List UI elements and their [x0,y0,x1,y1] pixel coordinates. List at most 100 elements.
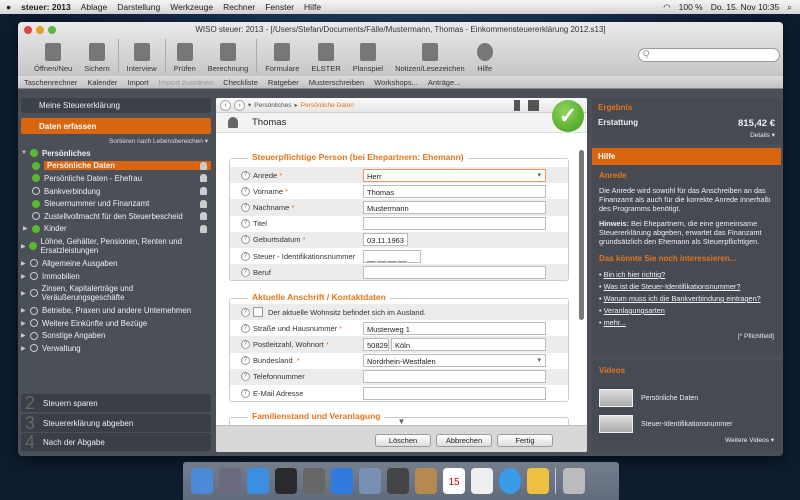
checklist-link[interactable]: Checkliste [223,78,258,87]
import-link[interactable]: Import [127,78,148,87]
tree-item-personal-data-wife[interactable]: Persönliche Daten - Ehefrau [21,172,211,185]
menu-app[interactable]: steuer: 2013 [21,2,71,12]
step-4-after[interactable]: 4 Nach der Abgabe [21,432,211,452]
planspiel-button[interactable]: Planspiel [347,37,389,73]
check-button[interactable]: Prüfen [168,37,202,73]
trash-icon[interactable] [563,468,585,494]
tree-item-bank[interactable]: Bankverbindung [21,185,211,198]
help-icon[interactable]: ? [241,219,250,229]
menu-rechner[interactable]: Rechner [223,2,255,12]
street-input[interactable]: Musterweg 1 [363,321,546,335]
link-bank-reason[interactable]: Warum muss ich die Bankverbindung eintra… [604,294,761,303]
last-name-input[interactable]: Mustermann [363,200,546,214]
help-icon[interactable]: ? [241,388,250,398]
help-button[interactable]: Hilfe [471,37,499,73]
forms-button[interactable]: Formulare [259,37,305,73]
tree-item-general-expenses[interactable]: ▶ Allgemeine Ausgaben [21,257,211,270]
step-2-save-taxes[interactable]: 2 Steuern sparen [21,393,211,413]
abroad-checkbox[interactable] [253,307,263,318]
tree-item-administration[interactable]: ▶ Verwaltung [21,342,211,355]
tree-item-persoenliches[interactable]: ▼ Persönliches [21,147,211,160]
guide-link[interactable]: Ratgeber [268,78,299,87]
back-button[interactable]: ‹ [220,99,231,111]
bookmark-icon[interactable] [514,99,520,111]
help-icon[interactable]: ? [241,267,250,277]
menu-werkzeuge[interactable]: Werkzeuge [170,2,213,12]
wifi-icon[interactable]: ◠ [663,2,670,13]
tree-item-wages[interactable]: ▶ Löhne, Gehälter, Pensionen, Renten und … [21,235,211,257]
help-icon[interactable]: ? [241,235,250,245]
contacts-icon[interactable] [415,468,437,494]
tree-item-interest[interactable]: ▶ Zinsen, Kapitalerträge und Veräußerungs… [21,282,211,304]
crumb-persoenliches[interactable]: Persönliches [254,102,291,109]
elster-button[interactable]: ELSTER [305,37,346,73]
forward-button[interactable]: › [234,99,245,111]
help-icon[interactable]: ? [241,323,250,333]
link-more[interactable]: mehr... [604,318,626,327]
help-icon[interactable]: ? [241,251,250,261]
spotlight-icon[interactable]: ⌕ [787,2,792,13]
activity-icon[interactable] [275,468,297,494]
calendar-icon[interactable]: 15 [443,468,465,494]
facetime-icon[interactable] [387,468,409,494]
wiso-icon[interactable] [527,468,549,494]
title-input[interactable] [363,217,546,231]
delete-button[interactable]: Löschen [375,434,431,447]
details-dropdown[interactable]: Details ▾ [598,131,775,139]
menu-fenster[interactable]: Fenster [265,2,294,12]
tree-item-personal-data[interactable]: Persönliche Daten [21,160,211,173]
tree-item-other-info[interactable]: ▶ Sonstige Angaben [21,330,211,343]
salutation-select[interactable]: Herr [363,168,546,182]
launchpad-icon[interactable] [219,468,241,494]
menu-hilfe[interactable]: Hilfe [304,2,321,12]
tree-item-other-income[interactable]: ▶ Weitere Einkünfte und Bezüge [21,317,211,330]
done-button[interactable]: Fertig [497,434,553,447]
occupation-input[interactable] [363,265,546,279]
tree-item-businesses[interactable]: ▶ Betriebe, Praxen und andere Unternehmen [21,304,211,317]
tree-item-real-estate[interactable]: ▶ Immobilien [21,270,211,283]
system-preferences-icon[interactable] [303,468,325,494]
safari-icon[interactable] [247,468,269,494]
itunes-icon[interactable] [499,468,521,494]
birthdate-input[interactable]: 03.11.1963 [363,233,408,247]
step-3-submit[interactable]: 3 Steuererklärung abgeben [21,413,211,433]
workshops-link[interactable]: Workshops... [374,78,418,87]
calendar-link[interactable]: Kalender [87,78,117,87]
tree-item-delivery-authority[interactable]: Zustellvollmacht für den Steuerbescheid [21,210,211,223]
history-dropdown[interactable]: ▾ [248,101,251,109]
state-select[interactable]: Nordrhein-Westfalen [363,354,546,368]
link-tax-id[interactable]: Was ist die Steuer-Identifikationsnummer… [604,282,741,291]
apple-icon[interactable]: ● [6,2,11,12]
help-icon[interactable]: ? [241,170,250,180]
more-videos-link[interactable]: Weitere Videos ▾ [599,436,774,444]
help-icon[interactable]: ? [241,186,250,196]
cancel-button[interactable]: Abbrechen [436,434,492,447]
first-name-input[interactable]: Thomas [363,184,546,198]
calculation-button[interactable]: Berechnung [202,37,254,73]
phone-input[interactable] [363,370,546,384]
preview-icon[interactable] [359,468,381,494]
link-assessment-types[interactable]: Veranlagungsarten [604,306,665,315]
postal-code-input[interactable]: 50829 [363,337,389,351]
menu-darstellung[interactable]: Darstellung [117,2,160,12]
clock[interactable]: Do. 15. Nov 10:35 [711,2,780,13]
tree-item-tax-number[interactable]: Steuernummer und Finanzamt [21,197,211,210]
finder-icon[interactable] [191,468,213,494]
open-new-button[interactable]: Öffnen/Neu [28,37,78,73]
save-button[interactable]: Sichern [78,37,115,73]
help-icon[interactable]: ? [241,307,250,317]
email-input[interactable] [363,386,546,400]
help-icon[interactable]: ? [241,356,250,366]
link-am-i-right[interactable]: Bin ich hier richtig? [604,270,666,279]
scrollbar[interactable] [579,150,584,320]
video-item[interactable]: Steuer-Identifikationsnummer [599,415,774,433]
step-1-data-entry[interactable]: Daten erfassen [21,118,211,134]
notes-button[interactable]: Notizen/Lesezeichen [389,37,471,73]
app-store-icon[interactable] [331,468,353,494]
help-icon[interactable]: ? [241,202,250,212]
interview-button[interactable]: Interview [121,37,163,73]
video-item[interactable]: Persönliche Daten [599,389,774,407]
sort-dropdown[interactable]: Sortieren nach Lebensbereichen ▾ [18,137,208,145]
city-input[interactable]: Köln [391,337,546,351]
tree-item-children[interactable]: ▶ Kinder [21,223,211,236]
